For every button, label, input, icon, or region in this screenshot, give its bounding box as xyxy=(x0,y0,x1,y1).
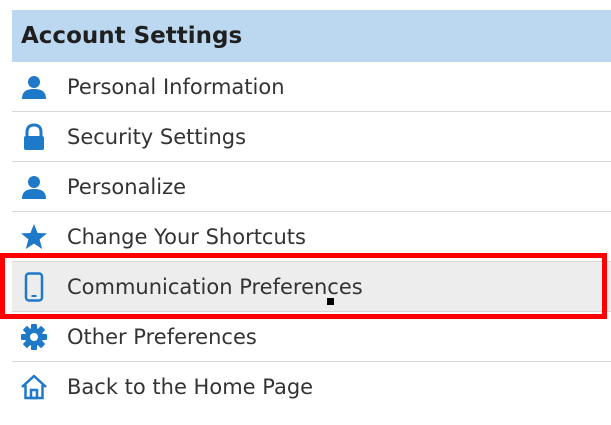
menu-item-communication-preferences[interactable]: Communication Preferences xyxy=(12,262,611,312)
menu-item-label: Change Your Shortcuts xyxy=(67,224,306,249)
menu-item-label: Security Settings xyxy=(67,124,247,149)
mobile-phone-icon xyxy=(18,271,50,303)
menu-item-change-shortcuts[interactable]: Change Your Shortcuts xyxy=(12,212,611,262)
menu-item-security-settings[interactable]: Security Settings xyxy=(12,112,611,162)
menu-item-back-to-home[interactable]: Back to the Home Page xyxy=(12,362,611,412)
menu-item-label: Other Preferences xyxy=(67,324,257,349)
home-icon xyxy=(18,371,50,403)
menu-item-personalize[interactable]: Personalize xyxy=(12,162,611,212)
user-icon xyxy=(18,71,50,103)
panel-title: Account Settings xyxy=(12,10,611,62)
menu-item-other-preferences[interactable]: Other Preferences xyxy=(12,312,611,362)
menu-item-label: Communication Preferences xyxy=(67,274,363,299)
settings-menu: Personal Information Security Settings P… xyxy=(12,62,611,412)
mouse-cursor xyxy=(327,298,334,305)
menu-item-personal-information[interactable]: Personal Information xyxy=(12,62,611,112)
user-icon xyxy=(18,171,50,203)
menu-item-label: Back to the Home Page xyxy=(67,375,314,399)
menu-item-label: Personalize xyxy=(67,174,187,199)
star-icon xyxy=(18,221,50,253)
gear-icon xyxy=(18,321,50,353)
lock-icon xyxy=(18,121,50,153)
menu-item-label: Personal Information xyxy=(67,74,285,99)
account-settings-panel: Account Settings Personal Information Se… xyxy=(12,10,611,414)
